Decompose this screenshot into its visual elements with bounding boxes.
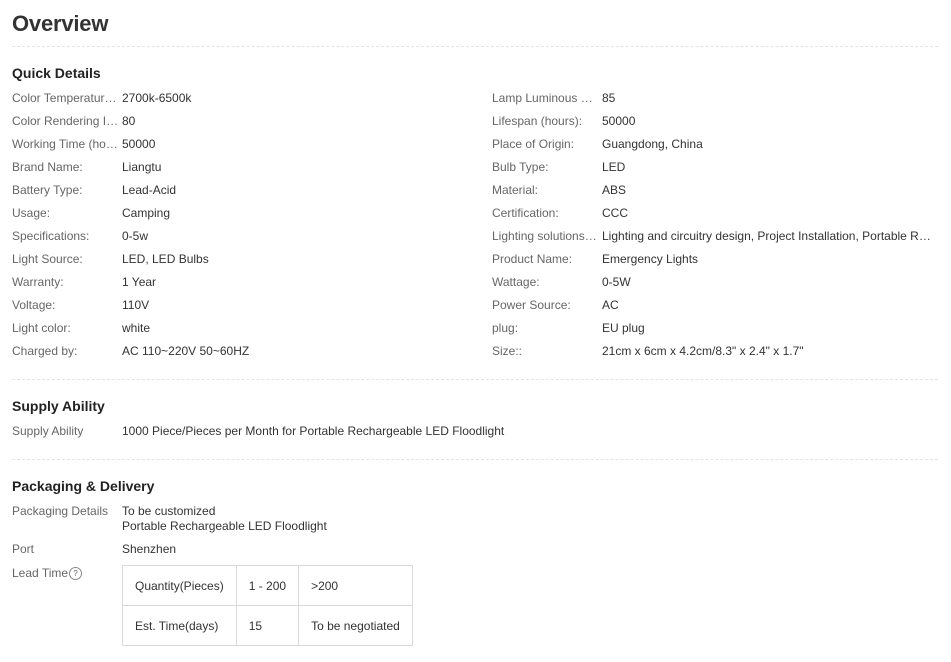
detail-value: AC [602, 298, 619, 312]
detail-row: Power Source: AC [492, 296, 938, 314]
divider [12, 459, 938, 460]
detail-row: Certification: CCC [492, 204, 938, 222]
table-cell: Est. Time(days) [122, 605, 237, 646]
detail-row: Place of Origin: Guangdong, China [492, 135, 938, 153]
table-cell: 1 - 200 [235, 565, 300, 606]
supply-ability-value: 1000 Piece/Pieces per Month for Portable… [122, 424, 505, 438]
detail-key: Voltage: [12, 298, 56, 312]
detail-value: LED [602, 160, 626, 174]
detail-value: Lead-Acid [122, 183, 177, 197]
detail-key: Specifications: [12, 229, 90, 243]
detail-key: plug: [492, 321, 519, 335]
detail-row: Lamp Luminous Ef... 85 [492, 89, 938, 107]
detail-value: 2700k-6500k [122, 91, 192, 105]
detail-key: Color Rendering In... [12, 114, 120, 128]
divider [12, 379, 938, 380]
detail-key: Warranty: [12, 275, 64, 289]
table-row: Quantity(Pieces) 1 - 200 >200 [122, 565, 413, 606]
detail-key: Size:: [492, 344, 523, 358]
detail-key: Product Name: [492, 252, 573, 266]
packaging-details-line2: Portable Rechargeable LED Floodlight [122, 519, 327, 533]
detail-value: AC 110~220V 50~60HZ [122, 344, 250, 358]
divider [12, 46, 938, 47]
detail-value: 85 [602, 91, 616, 105]
lead-time-label-text: Lead Time [12, 566, 69, 580]
detail-key: Light color: [12, 321, 71, 335]
detail-key: Certification: [492, 206, 559, 220]
detail-row: Voltage: 110V [12, 296, 482, 314]
detail-key: Place of Origin: [492, 137, 575, 151]
detail-row: Working Time (hou... 50000 [12, 135, 482, 153]
detail-row: Specifications: 0-5w [12, 227, 482, 245]
detail-value: Liangtu [122, 160, 162, 174]
detail-value: ABS [602, 183, 627, 197]
packaging-details-line1: To be customized [122, 504, 216, 518]
detail-key: Usage: [12, 206, 51, 220]
detail-row: Light Source: LED, LED Bulbs [12, 250, 482, 268]
detail-row: Brand Name: Liangtu [12, 158, 482, 176]
table-cell: >200 [298, 565, 413, 606]
detail-key: Bulb Type: [492, 160, 549, 174]
detail-row: Product Name: Emergency Lights [492, 250, 938, 268]
lead-time-label: Lead Time? [12, 566, 83, 581]
table-cell: 15 [235, 605, 300, 646]
detail-value: Guangdong, China [602, 137, 703, 151]
lead-time-table: Quantity(Pieces) 1 - 200 >200 Est. Time(… [122, 565, 413, 646]
detail-row: Color Rendering In... 80 [12, 112, 482, 130]
detail-value: LED, LED Bulbs [122, 252, 209, 266]
detail-value: 110V [122, 298, 150, 312]
detail-row: Lighting solutions s... Lighting and circ… [492, 227, 938, 245]
detail-row: Color Temperature(... 2700k-6500k [12, 89, 482, 107]
detail-key: Charged by: [12, 344, 78, 358]
detail-value: 50000 [602, 114, 636, 128]
quick-details-title: Quick Details [12, 65, 101, 81]
detail-value: CCC [602, 206, 628, 220]
detail-key: Working Time (hou... [12, 137, 120, 151]
detail-value: Emergency Lights [602, 252, 699, 266]
detail-value: Lighting and circuitry design, Project I… [602, 229, 934, 243]
detail-value: EU plug [602, 321, 645, 335]
port-value: Shenzhen [122, 542, 177, 556]
detail-row: Warranty: 1 Year [12, 273, 482, 291]
supply-ability-label: Supply Ability [12, 424, 84, 438]
detail-row: Lifespan (hours): 50000 [492, 112, 938, 130]
detail-row: plug: EU plug [492, 319, 938, 337]
detail-value: white [122, 321, 151, 335]
packaging-details-label: Packaging Details [12, 504, 109, 518]
detail-value: 50000 [122, 137, 156, 151]
detail-row: Usage: Camping [12, 204, 482, 222]
detail-key: Light Source: [12, 252, 83, 266]
help-icon[interactable]: ? [69, 567, 83, 581]
detail-value: 1 Year [122, 275, 157, 289]
detail-value: 0-5w [122, 229, 149, 243]
table-cell: Quantity(Pieces) [122, 565, 237, 606]
detail-row: Light color: white [12, 319, 482, 337]
packaging-delivery-title: Packaging & Delivery [12, 478, 155, 494]
detail-row: Size:: 21cm x 6cm x 4.2cm/8.3" x 2.4" x 1… [492, 342, 938, 360]
table-row: Est. Time(days) 15 To be negotiated [122, 605, 413, 646]
detail-value: 80 [122, 114, 136, 128]
supply-ability-title: Supply Ability [12, 398, 105, 414]
detail-value: Camping [122, 206, 171, 220]
detail-key: Wattage: [492, 275, 540, 289]
detail-key: Lifespan (hours): [492, 114, 583, 128]
detail-key: Material: [492, 183, 539, 197]
detail-row: Bulb Type: LED [492, 158, 938, 176]
detail-key: Color Temperature(... [12, 91, 120, 105]
detail-key: Brand Name: [12, 160, 83, 174]
detail-key: Power Source: [492, 298, 571, 312]
detail-key: Lighting solutions s... [492, 229, 600, 243]
detail-row: Battery Type: Lead-Acid [12, 181, 482, 199]
detail-row: Wattage: 0-5W [492, 273, 938, 291]
detail-key: Lamp Luminous Ef... [492, 91, 600, 105]
page-title: Overview [12, 11, 109, 36]
detail-row: Material: ABS [492, 181, 938, 199]
detail-key: Battery Type: [12, 183, 83, 197]
table-cell: To be negotiated [298, 605, 413, 646]
detail-value: 0-5W [602, 275, 631, 289]
detail-value: 21cm x 6cm x 4.2cm/8.3" x 2.4" x 1.7" [602, 344, 804, 358]
detail-row: Charged by: AC 110~220V 50~60HZ [12, 342, 482, 360]
port-label: Port [12, 542, 35, 556]
